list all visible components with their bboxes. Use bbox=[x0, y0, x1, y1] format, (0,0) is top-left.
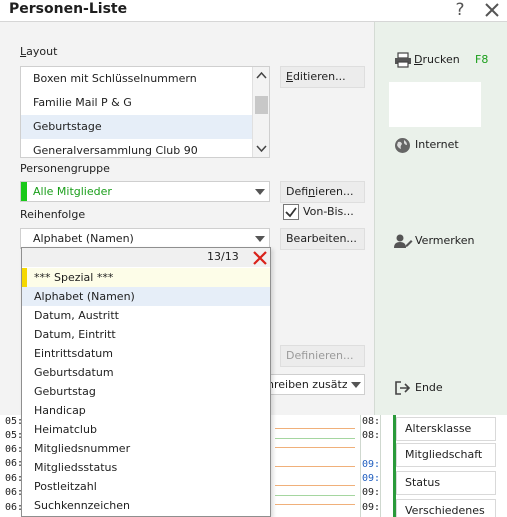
row-line bbox=[275, 466, 355, 467]
list-item[interactable]: Verschiedenes bbox=[396, 499, 496, 517]
edit-layout-button[interactable]: Editieren... bbox=[280, 66, 365, 88]
clear-icon bbox=[253, 251, 267, 265]
layout-item[interactable]: Generalversammlung Club 90 bbox=[21, 139, 252, 157]
printer-icon bbox=[395, 52, 411, 68]
row-line bbox=[275, 485, 355, 486]
layout-label: Layout bbox=[20, 45, 58, 58]
dropdown-item[interactable]: Mitgliedsnummer bbox=[22, 439, 270, 458]
clear-button[interactable] bbox=[252, 250, 268, 266]
define-button-disabled[interactable]: Definieren... bbox=[280, 345, 365, 367]
title-bar: Personen-Liste ? bbox=[0, 0, 507, 22]
dropdown-item-selected[interactable]: Alphabet (Namen) bbox=[22, 287, 270, 306]
dropdown-item[interactable]: Geburtsdatum bbox=[22, 363, 270, 382]
list-item[interactable]: Mitgliedschaft bbox=[396, 443, 496, 467]
dropdown-header: 13/13 bbox=[22, 248, 270, 267]
reihenfolge-combo[interactable]: Alphabet (Namen) bbox=[20, 228, 270, 249]
chevron-down-icon[interactable] bbox=[255, 236, 265, 242]
time-cell: 09: bbox=[362, 487, 381, 498]
chevron-down-icon[interactable] bbox=[255, 189, 265, 195]
layout-listbox[interactable]: Boxen mit Schlüsselnummern Familie Mail … bbox=[20, 66, 270, 158]
table-divider bbox=[380, 415, 381, 517]
time-cell: 09: bbox=[362, 473, 381, 484]
preview-box bbox=[389, 82, 481, 127]
user-edit-icon bbox=[394, 234, 413, 248]
row-line bbox=[275, 495, 355, 496]
globe-icon bbox=[395, 138, 410, 153]
dropdown-item-special[interactable]: *** Spezial *** bbox=[22, 268, 270, 287]
schreiben-combo[interactable]: hreiben zusätzl bbox=[262, 374, 365, 395]
row-line bbox=[275, 447, 355, 448]
checkmark-icon bbox=[285, 207, 297, 218]
layout-scrollbar[interactable] bbox=[252, 67, 269, 157]
dropdown-item[interactable]: Postleitzahl bbox=[22, 477, 270, 496]
dropdown-item[interactable]: Mitgliedsstatus bbox=[22, 458, 270, 477]
edit-order-button[interactable]: Bearbeiten... bbox=[280, 228, 365, 250]
scroll-thumb[interactable] bbox=[255, 96, 268, 114]
close-button[interactable] bbox=[481, 0, 503, 21]
time-cell: 09: bbox=[362, 502, 381, 513]
define-group-button[interactable]: Definieren... bbox=[280, 181, 365, 203]
row-line bbox=[275, 438, 355, 439]
layout-item[interactable]: Boxen mit Schlüsselnummern bbox=[21, 67, 252, 91]
dropdown-item[interactable]: Handicap bbox=[22, 401, 270, 420]
item-count: 13/13 bbox=[207, 250, 239, 263]
reihenfolge-label: Reihenfolge bbox=[20, 208, 86, 221]
von-bis-checkbox[interactable] bbox=[283, 204, 299, 220]
personengruppe-label: Personengruppe bbox=[20, 162, 110, 175]
reihenfolge-value: Alphabet (Namen) bbox=[33, 232, 134, 245]
reihenfolge-dropdown[interactable]: 13/13 *** Spezial *** Alphabet (Namen) D… bbox=[21, 247, 271, 517]
print-shortcut: F8 bbox=[475, 53, 489, 66]
row-line bbox=[275, 504, 355, 505]
dropdown-item[interactable]: Heimatclub bbox=[22, 420, 270, 439]
table-divider bbox=[360, 415, 361, 517]
list-item[interactable]: Status bbox=[396, 471, 496, 495]
group-color-marker bbox=[21, 182, 27, 201]
scroll-up-icon[interactable] bbox=[256, 71, 267, 79]
von-bis-label[interactable]: Von-Bis... bbox=[303, 205, 354, 218]
time-cell: 08: bbox=[362, 430, 381, 441]
dropdown-item[interactable]: Eintrittsdatum bbox=[22, 344, 270, 363]
personengruppe-value: Alle Mitglieder bbox=[33, 185, 112, 198]
dropdown-item[interactable]: Datum, Austritt bbox=[22, 306, 270, 325]
dropdown-item[interactable]: Geburtstag bbox=[22, 382, 270, 401]
time-cell: 09: bbox=[362, 459, 381, 470]
help-button[interactable]: ? bbox=[449, 0, 471, 21]
window-title: Personen-Liste bbox=[9, 1, 128, 17]
row-line bbox=[275, 428, 355, 429]
chevron-down-icon[interactable] bbox=[351, 382, 361, 388]
special-marker bbox=[22, 268, 27, 287]
schreiben-value: hreiben zusätzl bbox=[267, 378, 347, 391]
dropdown-item[interactable]: Suchkennzeichen bbox=[22, 496, 270, 515]
scroll-down-icon[interactable] bbox=[256, 145, 267, 153]
exit-icon bbox=[395, 381, 411, 395]
personengruppe-combo[interactable]: Alle Mitglieder bbox=[20, 181, 270, 202]
time-cell: 08: bbox=[362, 416, 381, 427]
layout-item-selected[interactable]: Geburtstage bbox=[21, 115, 252, 139]
action-panel bbox=[374, 22, 507, 415]
list-item[interactable]: Altersklasse bbox=[396, 417, 496, 441]
layout-item[interactable]: Familie Mail P & G bbox=[21, 91, 252, 115]
close-icon bbox=[485, 3, 499, 17]
dropdown-item[interactable]: Datum, Eintritt bbox=[22, 325, 270, 344]
